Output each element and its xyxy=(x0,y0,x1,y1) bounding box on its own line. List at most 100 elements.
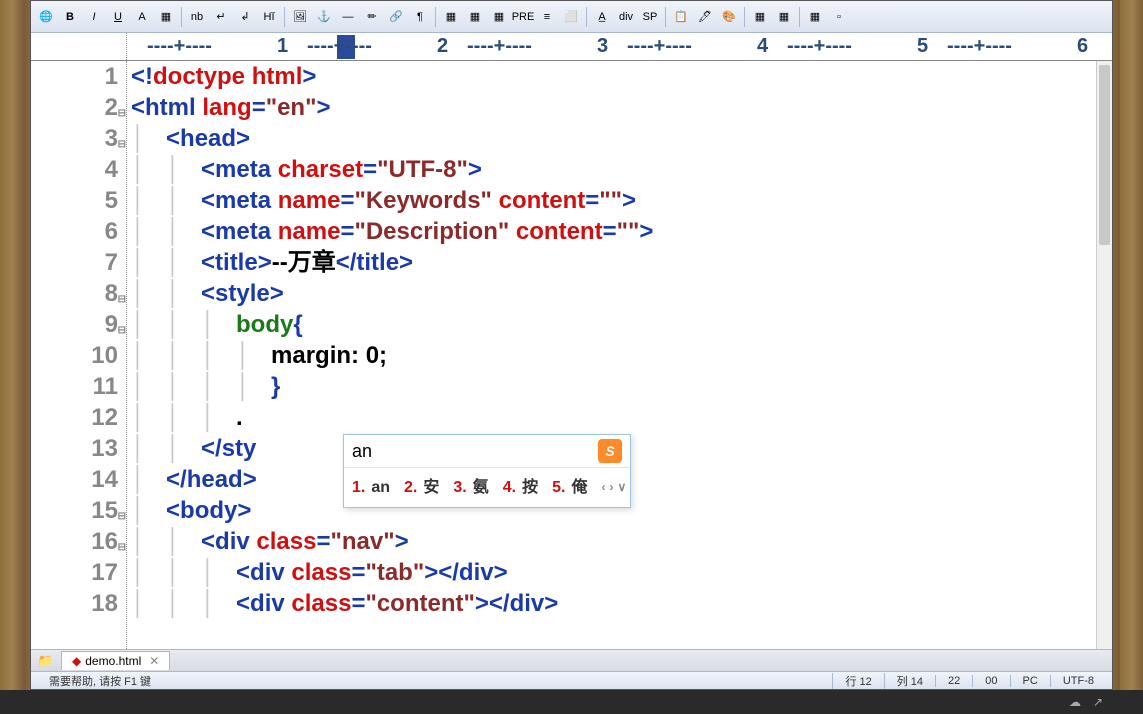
gutter-line[interactable]: 8⊟ xyxy=(31,278,118,309)
ime-candidate[interactable]: 按 xyxy=(522,472,538,503)
code-line[interactable]: <!doctype html> xyxy=(131,61,1112,92)
status-mode: PC xyxy=(1010,675,1050,687)
toolbar-button[interactable]: ↵ xyxy=(210,6,232,28)
gutter-line[interactable]: 14 xyxy=(31,464,118,495)
gutter-line[interactable]: 15⊟ xyxy=(31,495,118,526)
toolbar-separator xyxy=(284,7,285,27)
ruler-number: 6 xyxy=(1077,35,1088,58)
toolbar-button[interactable]: ▦ xyxy=(155,6,177,28)
code-line[interactable]: │ │ <style> xyxy=(131,278,1112,309)
toolbar-button[interactable]: B xyxy=(59,6,81,28)
ime-nav[interactable]: ‹ › ∨ xyxy=(601,472,626,503)
toolbar-button[interactable]: div xyxy=(615,6,637,28)
ime-candidate[interactable]: an xyxy=(371,472,390,503)
toolbar-button[interactable]: ▦ xyxy=(440,6,462,28)
ime-candidate[interactable]: 氨 xyxy=(473,472,489,503)
code-line[interactable]: │ │ │ body{ xyxy=(131,309,1112,340)
toolbar-button[interactable]: ↲ xyxy=(234,6,256,28)
tray-icon[interactable]: ☁ xyxy=(1069,695,1081,709)
code-line[interactable]: │ │ │ <div class="content"></div> xyxy=(131,588,1112,619)
ime-candidate[interactable]: 俺 xyxy=(571,472,587,503)
gutter-line[interactable]: 6 xyxy=(31,216,118,247)
folder-icon[interactable]: 📁 xyxy=(31,653,61,669)
tray-icon[interactable]: ↗ xyxy=(1093,695,1103,709)
ime-prev-icon[interactable]: ‹ xyxy=(601,472,605,503)
gutter-line[interactable]: 5 xyxy=(31,185,118,216)
ime-popup[interactable]: S 1.an2.安3.氨4.按5.俺 ‹ › ∨ xyxy=(343,434,631,508)
toolbar-button[interactable]: A xyxy=(131,6,153,28)
gutter-line[interactable]: 17 xyxy=(31,557,118,588)
toolbar-button[interactable]: ⬜ xyxy=(560,6,582,28)
toolbar-button[interactable]: ▦ xyxy=(749,6,771,28)
toolbar-button[interactable]: — xyxy=(337,6,359,28)
toolbar-button[interactable]: SP xyxy=(639,6,661,28)
toolbar-button[interactable]: 🖊 xyxy=(694,6,716,28)
gutter-line[interactable]: 12▸ xyxy=(31,402,118,433)
toolbar-button[interactable]: ≡ xyxy=(536,6,558,28)
toolbar-button[interactable]: nb xyxy=(186,6,208,28)
code-line[interactable]: │ <head> xyxy=(131,123,1112,154)
toolbar-button[interactable]: ✏ xyxy=(361,6,383,28)
scrollbar-vertical[interactable] xyxy=(1096,61,1112,649)
toolbar-button[interactable]: A̲ xyxy=(591,6,613,28)
toolbar-button[interactable]: PRE xyxy=(512,6,534,28)
fold-icon[interactable]: ⊟ xyxy=(118,501,126,532)
code-line[interactable]: <html lang="en"> xyxy=(131,92,1112,123)
gutter-line[interactable]: 9⊟ xyxy=(31,309,118,340)
gutter-line[interactable]: 4 xyxy=(31,154,118,185)
ime-candidate[interactable]: 安 xyxy=(423,472,439,503)
ime-next-icon[interactable]: › xyxy=(609,472,613,503)
scrollbar-thumb[interactable] xyxy=(1099,65,1110,245)
toolbar-separator xyxy=(799,7,800,27)
ime-candidates[interactable]: 1.an2.安3.氨4.按5.俺 ‹ › ∨ xyxy=(344,468,630,507)
ime-input[interactable] xyxy=(352,441,552,462)
toolbar-button[interactable]: 📋 xyxy=(670,6,692,28)
editor-area: 12⊟3⊟45678⊟9⊟101112▸131415⊟16⊟1718 <!doc… xyxy=(31,61,1112,649)
gutter-line[interactable]: 11 xyxy=(31,371,118,402)
code-line[interactable]: │ │ │ │ } xyxy=(131,371,1112,402)
ruler-number: 5 xyxy=(917,35,928,58)
ime-expand-icon[interactable]: ∨ xyxy=(617,472,626,503)
toolbar-button[interactable]: ⚓ xyxy=(313,6,335,28)
toolbar-button[interactable]: 🌐 xyxy=(35,6,57,28)
fold-icon[interactable]: ⊟ xyxy=(118,284,126,315)
fold-icon[interactable]: ⊟ xyxy=(118,98,126,129)
toolbar-button[interactable]: 🎨 xyxy=(718,6,740,28)
toolbar-button[interactable]: ¶ xyxy=(409,6,431,28)
gutter-line[interactable]: 13 xyxy=(31,433,118,464)
gutter-line[interactable]: 18 xyxy=(31,588,118,619)
gutter-line[interactable]: 10 xyxy=(31,340,118,371)
toolbar-button[interactable]: 🖼 xyxy=(289,6,311,28)
ruler-tick: ----+---- xyxy=(467,35,532,58)
code-line[interactable]: │ │ <div class="nav"> xyxy=(131,526,1112,557)
toolbar-button[interactable]: U xyxy=(107,6,129,28)
ime-input-row: S xyxy=(344,435,630,468)
code-line[interactable]: │ │ <meta name="Description" content=""> xyxy=(131,216,1112,247)
code-line[interactable]: │ │ │ <div class="tab"></div> xyxy=(131,557,1112,588)
toolbar-button[interactable]: ▦ xyxy=(464,6,486,28)
code-area[interactable]: <!doctype html><html lang="en">│ <head>│… xyxy=(127,61,1112,649)
toolbar-button[interactable]: ▦ xyxy=(773,6,795,28)
gutter-line[interactable]: 16⊟ xyxy=(31,526,118,557)
os-taskbar[interactable]: ☁ ↗ xyxy=(0,690,1143,714)
gutter-line[interactable]: 7 xyxy=(31,247,118,278)
toolbar-button[interactable]: ▦ xyxy=(488,6,510,28)
gutter-line[interactable]: 1 xyxy=(31,61,118,92)
tab-demo[interactable]: ◆ demo.html ✕ xyxy=(61,651,170,670)
toolbar-button[interactable]: Hĭ xyxy=(258,6,280,28)
close-tab-icon[interactable]: ✕ xyxy=(149,654,159,668)
gutter-line[interactable]: 3⊟ xyxy=(31,123,118,154)
toolbar-button[interactable]: 🔗 xyxy=(385,6,407,28)
code-line[interactable]: │ │ <title>--万章</title> xyxy=(131,247,1112,278)
fold-icon[interactable]: ⊟ xyxy=(118,532,126,563)
toolbar-button[interactable]: I xyxy=(83,6,105,28)
code-line[interactable]: │ │ │ │ margin: 0; xyxy=(131,340,1112,371)
toolbar-button[interactable]: ▫ xyxy=(828,6,850,28)
code-line[interactable]: │ │ <meta charset="UTF-8"> xyxy=(131,154,1112,185)
code-line[interactable]: │ │ <meta name="Keywords" content=""> xyxy=(131,185,1112,216)
fold-icon[interactable]: ⊟ xyxy=(118,315,126,346)
gutter-line[interactable]: 2⊟ xyxy=(31,92,118,123)
toolbar-button[interactable]: ▦ xyxy=(804,6,826,28)
code-line[interactable]: │ │ │ . xyxy=(131,402,1112,433)
fold-icon[interactable]: ⊟ xyxy=(118,129,126,160)
